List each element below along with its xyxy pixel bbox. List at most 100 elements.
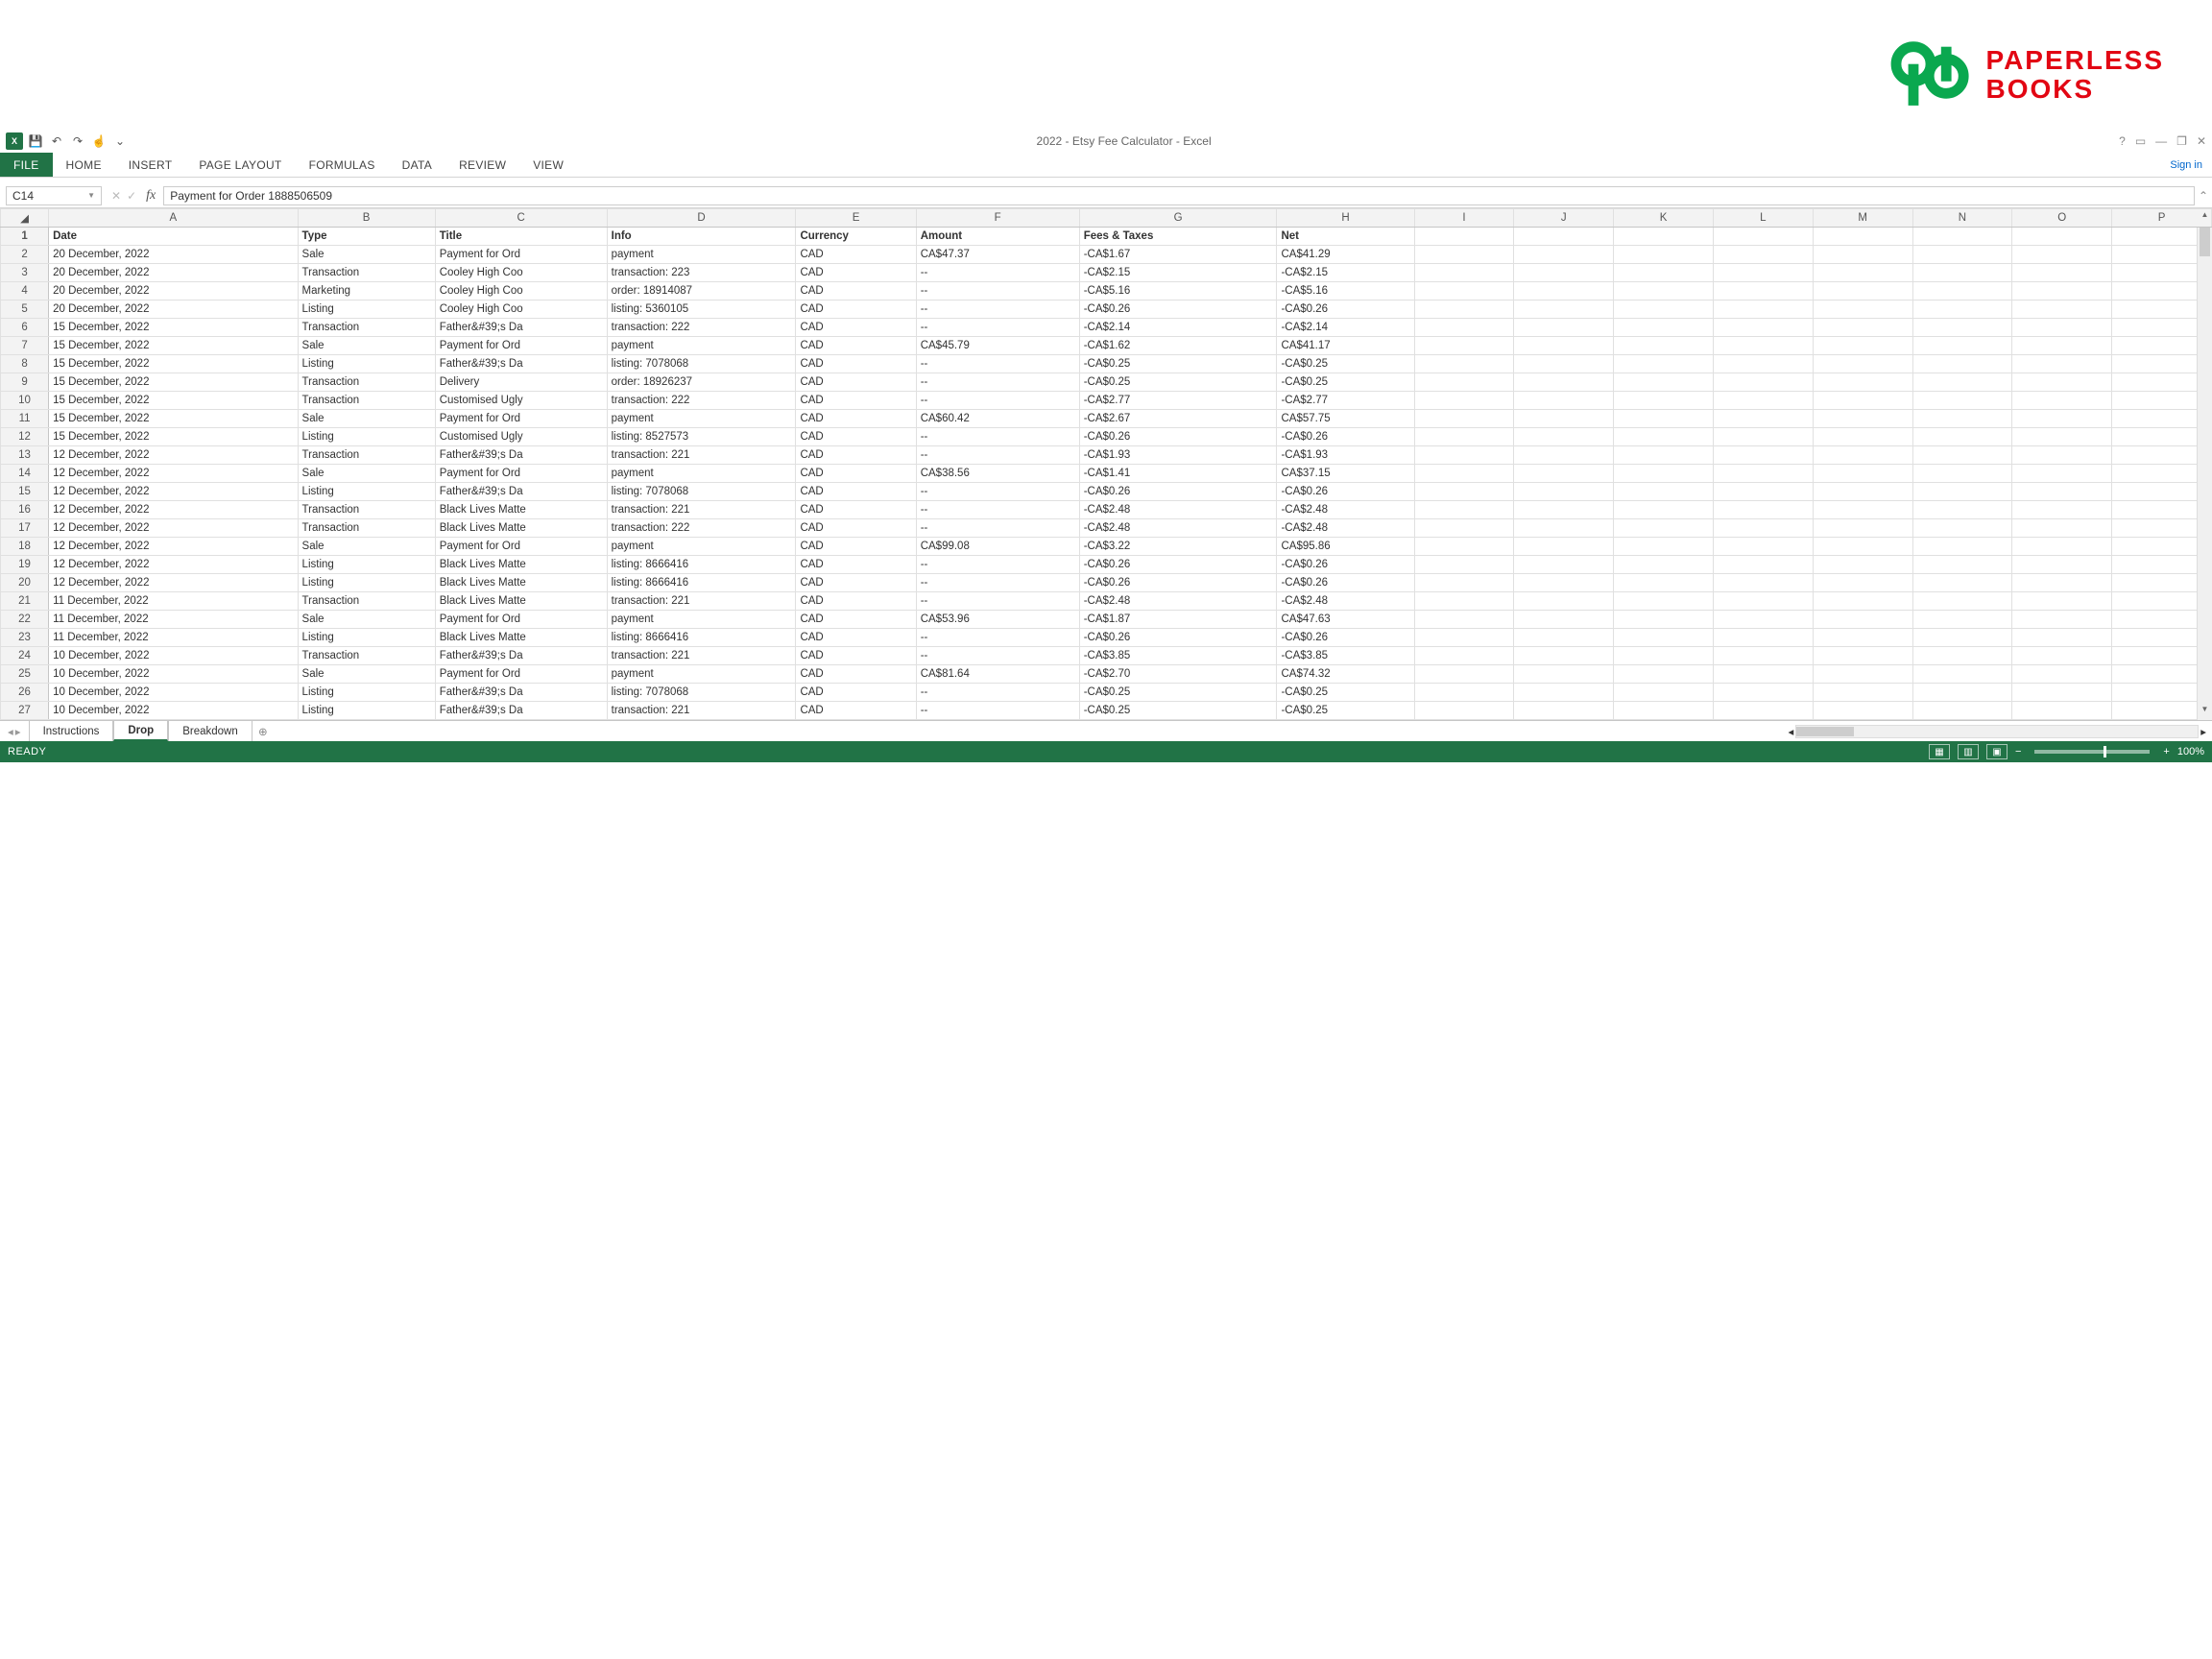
- cell[interactable]: [1614, 665, 1714, 684]
- tab-insert[interactable]: INSERT: [115, 153, 186, 177]
- cell[interactable]: --: [916, 574, 1079, 592]
- cell[interactable]: [1813, 282, 1912, 301]
- cell[interactable]: listing: 5360105: [607, 301, 796, 319]
- cell[interactable]: [1912, 665, 2012, 684]
- cell[interactable]: CA$38.56: [916, 465, 1079, 483]
- hscroll-left-icon[interactable]: ◂: [1788, 725, 1793, 738]
- cell[interactable]: -CA$0.26: [1277, 428, 1414, 446]
- column-header-D[interactable]: D: [607, 209, 796, 228]
- cell[interactable]: [2012, 410, 2112, 428]
- cell[interactable]: [1514, 410, 1614, 428]
- cell[interactable]: [1713, 465, 1813, 483]
- row-header[interactable]: 3: [1, 264, 49, 282]
- column-header-K[interactable]: K: [1614, 209, 1714, 228]
- cell[interactable]: CA$53.96: [916, 611, 1079, 629]
- cell[interactable]: 15 December, 2022: [49, 319, 298, 337]
- cell[interactable]: [1713, 519, 1813, 538]
- cell[interactable]: Info: [607, 228, 796, 246]
- cell[interactable]: -CA$5.16: [1079, 282, 1277, 301]
- cell[interactable]: [2012, 483, 2112, 501]
- cell[interactable]: -CA$0.26: [1277, 301, 1414, 319]
- cell[interactable]: [1813, 428, 1912, 446]
- cell[interactable]: [1713, 684, 1813, 702]
- restore-icon[interactable]: ❐: [2176, 134, 2187, 148]
- cell[interactable]: [2012, 647, 2112, 665]
- column-header-G[interactable]: G: [1079, 209, 1277, 228]
- cell[interactable]: order: 18926237: [607, 373, 796, 392]
- cell[interactable]: [1912, 629, 2012, 647]
- cell[interactable]: Sale: [298, 465, 435, 483]
- cell[interactable]: CAD: [796, 246, 916, 264]
- cell[interactable]: -CA$0.26: [1079, 483, 1277, 501]
- cell[interactable]: -CA$0.26: [1079, 556, 1277, 574]
- cell[interactable]: -CA$0.26: [1079, 428, 1277, 446]
- row-header[interactable]: 16: [1, 501, 49, 519]
- cell[interactable]: 11 December, 2022: [49, 611, 298, 629]
- column-header-H[interactable]: H: [1277, 209, 1414, 228]
- cell[interactable]: [1813, 647, 1912, 665]
- touch-mode-icon[interactable]: ☝: [90, 132, 108, 150]
- row-header[interactable]: 17: [1, 519, 49, 538]
- cell[interactable]: [1614, 282, 1714, 301]
- row-header[interactable]: 2: [1, 246, 49, 264]
- cell[interactable]: --: [916, 446, 1079, 465]
- cell[interactable]: [1514, 702, 1614, 720]
- cell[interactable]: [1514, 465, 1614, 483]
- formula-cancel-icon[interactable]: ✕: [111, 189, 121, 203]
- cell[interactable]: 15 December, 2022: [49, 373, 298, 392]
- cell[interactable]: [1713, 301, 1813, 319]
- cell[interactable]: CA$45.79: [916, 337, 1079, 355]
- row-header[interactable]: 25: [1, 665, 49, 684]
- cell[interactable]: [1414, 647, 1514, 665]
- cell[interactable]: [1713, 428, 1813, 446]
- cell[interactable]: Black Lives Matte: [435, 556, 607, 574]
- cell[interactable]: [1514, 483, 1614, 501]
- cell[interactable]: 20 December, 2022: [49, 246, 298, 264]
- cell[interactable]: Black Lives Matte: [435, 574, 607, 592]
- cell[interactable]: listing: 8666416: [607, 574, 796, 592]
- cell[interactable]: Father&#39;s Da: [435, 446, 607, 465]
- cell[interactable]: listing: 7078068: [607, 684, 796, 702]
- cell[interactable]: payment: [607, 465, 796, 483]
- column-header-I[interactable]: I: [1414, 209, 1514, 228]
- cell[interactable]: Delivery: [435, 373, 607, 392]
- cell[interactable]: [2012, 373, 2112, 392]
- cell[interactable]: CA$74.32: [1277, 665, 1414, 684]
- cell[interactable]: [2012, 665, 2112, 684]
- column-header-P[interactable]: P: [2112, 209, 2212, 228]
- cell[interactable]: CAD: [796, 282, 916, 301]
- tab-review[interactable]: REVIEW: [445, 153, 519, 177]
- cell[interactable]: payment: [607, 246, 796, 264]
- cell[interactable]: [2012, 501, 2112, 519]
- cell[interactable]: Father&#39;s Da: [435, 319, 607, 337]
- cell[interactable]: -CA$0.25: [1277, 684, 1414, 702]
- cell[interactable]: --: [916, 684, 1079, 702]
- row-header[interactable]: 1: [1, 228, 49, 246]
- cell[interactable]: CAD: [796, 446, 916, 465]
- view-normal-icon[interactable]: ▦: [1929, 744, 1950, 759]
- cell[interactable]: -CA$2.15: [1079, 264, 1277, 282]
- cell[interactable]: -CA$1.62: [1079, 337, 1277, 355]
- cell[interactable]: [1614, 246, 1714, 264]
- row-header[interactable]: 24: [1, 647, 49, 665]
- cell[interactable]: CA$99.08: [916, 538, 1079, 556]
- cell[interactable]: CAD: [796, 501, 916, 519]
- cell[interactable]: -CA$2.48: [1277, 519, 1414, 538]
- cell[interactable]: 20 December, 2022: [49, 264, 298, 282]
- cell[interactable]: [1912, 373, 2012, 392]
- cell[interactable]: -CA$3.85: [1277, 647, 1414, 665]
- cell[interactable]: -CA$0.25: [1079, 355, 1277, 373]
- cell[interactable]: [1614, 629, 1714, 647]
- sheet-tab-drop[interactable]: Drop: [113, 721, 168, 741]
- cell[interactable]: -CA$1.41: [1079, 465, 1277, 483]
- cell[interactable]: CAD: [796, 483, 916, 501]
- row-header[interactable]: 18: [1, 538, 49, 556]
- cell[interactable]: 12 December, 2022: [49, 538, 298, 556]
- row-header[interactable]: 19: [1, 556, 49, 574]
- cell[interactable]: [1514, 337, 1614, 355]
- cell[interactable]: [1514, 428, 1614, 446]
- cell[interactable]: 10 December, 2022: [49, 684, 298, 702]
- cell[interactable]: CAD: [796, 538, 916, 556]
- cell[interactable]: 12 December, 2022: [49, 465, 298, 483]
- cell[interactable]: 20 December, 2022: [49, 282, 298, 301]
